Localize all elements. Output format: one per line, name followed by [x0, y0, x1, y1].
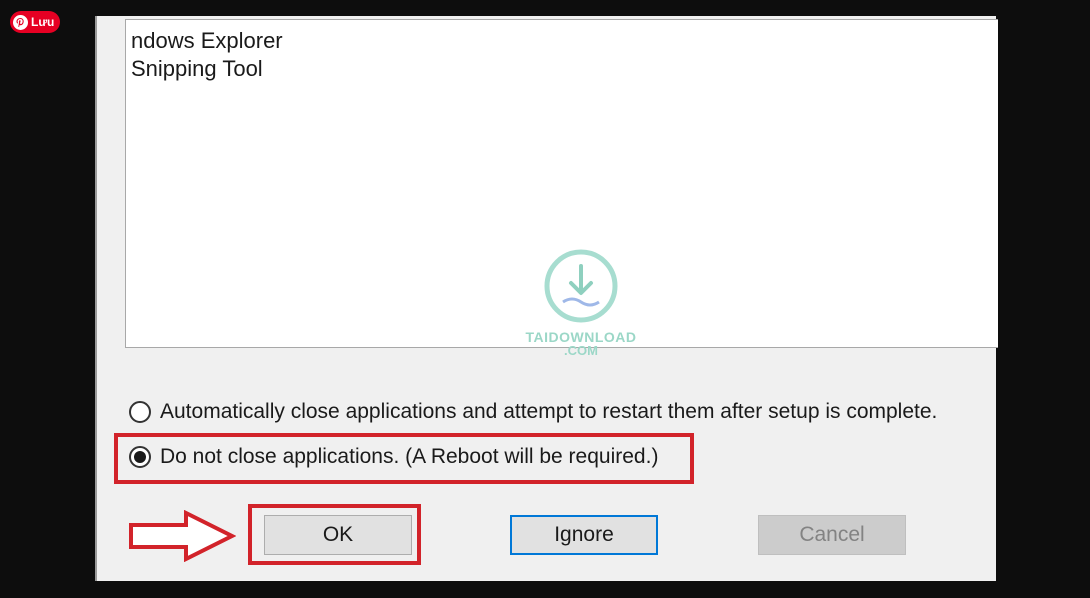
ok-highlight-box	[248, 504, 421, 565]
list-item[interactable]: Snipping Tool	[131, 56, 263, 82]
setup-dialog: ndows Explorer Snipping Tool TAIDOWNLOAD…	[95, 16, 998, 581]
option-highlight-box	[114, 433, 694, 484]
auto-close-label: Automatically close applications and att…	[160, 400, 938, 423]
auto-close-option[interactable]: Automatically close applications and att…	[129, 400, 937, 424]
radio-auto-close[interactable]	[129, 401, 151, 423]
watermark-subtext: .COM	[564, 343, 598, 358]
ignore-button[interactable]: Ignore	[510, 515, 658, 555]
watermark: TAIDOWNLOAD .COM	[516, 248, 646, 363]
list-item[interactable]: ndows Explorer	[131, 28, 283, 54]
pinterest-save-badge[interactable]: Lưu	[10, 11, 61, 33]
cancel-button: Cancel	[758, 515, 906, 555]
pinterest-icon	[13, 14, 28, 30]
download-icon	[544, 249, 618, 323]
pinterest-save-label: Lưu	[31, 15, 55, 29]
running-applications-list[interactable]: ndows Explorer Snipping Tool TAIDOWNLOAD…	[125, 19, 998, 358]
arrow-right-icon	[129, 510, 236, 562]
